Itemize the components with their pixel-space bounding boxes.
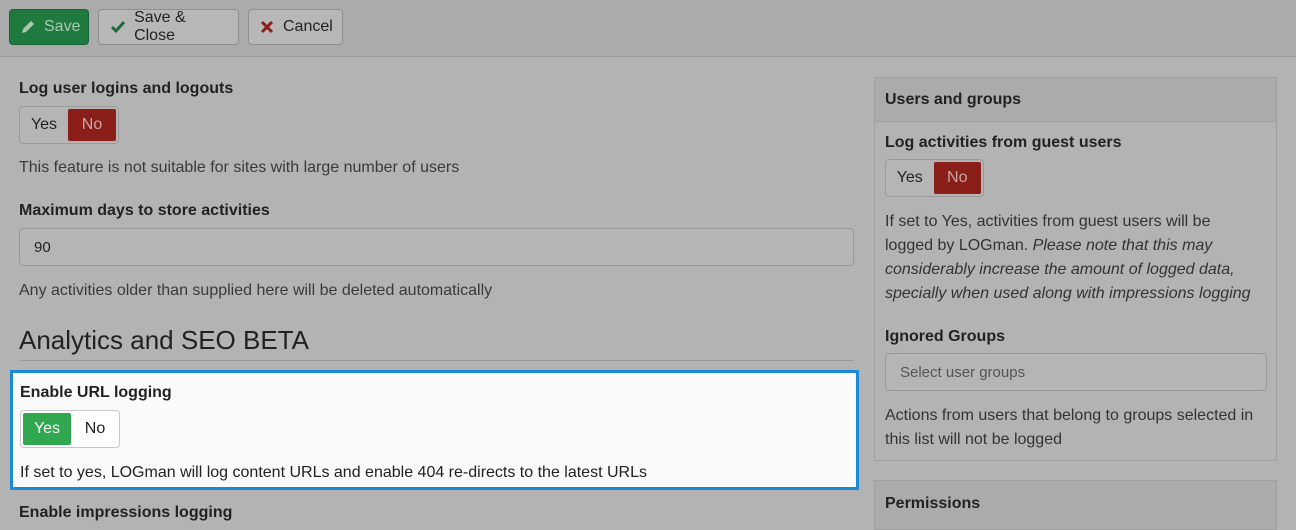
cancel-button-label: Cancel <box>283 18 333 35</box>
guest-help-line-4: specially when used along with impressio… <box>885 285 1251 302</box>
permissions-title: Permissions <box>875 481 1276 527</box>
guest-users-toggle: Yes No <box>885 159 984 197</box>
url-logging-no-option[interactable]: No <box>71 411 119 447</box>
guest-help-line-2-plain: logged by LOGman. <box>885 237 1033 254</box>
max-days-help: Any activities older than supplied here … <box>19 282 493 299</box>
toolbar: Save Save & Close Cancel <box>0 0 1296 57</box>
guest-users-label: Log activities from guest users <box>885 134 1122 151</box>
url-logging-toggle: Yes No <box>20 410 120 448</box>
checkmark-icon <box>109 18 126 36</box>
ignored-help-line-1: Actions from users that belong to groups… <box>885 407 1254 424</box>
users-groups-panel: Users and groups Log activities from gue… <box>874 77 1277 461</box>
url-logging-yes-option[interactable]: Yes <box>23 413 71 445</box>
ignored-groups-help: Actions from users that belong to groups… <box>885 404 1270 452</box>
url-logging-section: Enable URL logging Yes No If set to yes,… <box>10 370 859 490</box>
save-and-close-button[interactable]: Save & Close <box>98 9 239 45</box>
max-days-input[interactable]: 90 <box>19 228 854 266</box>
ignored-groups-label: Ignored Groups <box>885 328 1005 345</box>
url-logging-label: Enable URL logging <box>20 384 172 401</box>
log-logins-no-option[interactable]: No <box>68 109 116 141</box>
permissions-panel: Permissions <box>874 480 1277 530</box>
close-icon <box>259 18 275 36</box>
guest-help-line-1: If set to Yes, activities from guest use… <box>885 213 1211 230</box>
log-logins-toggle: Yes No <box>19 106 119 144</box>
guest-users-help: If set to Yes, activities from guest use… <box>885 210 1270 306</box>
guest-users-yes-option[interactable]: Yes <box>886 160 934 196</box>
users-groups-title: Users and groups <box>875 78 1276 122</box>
ignored-help-line-2: this list will not be logged <box>885 431 1062 448</box>
pencil-icon <box>20 18 36 36</box>
max-days-label: Maximum days to store activities <box>19 202 270 219</box>
impressions-label: Enable impressions logging <box>19 504 233 521</box>
ignored-groups-select[interactable]: Select user groups <box>885 353 1267 391</box>
guest-help-line-2: logged by LOGman. Please note that this … <box>885 234 1270 258</box>
save-and-close-label: Save & Close <box>134 9 186 44</box>
guest-help-line-2-italic: Please note that this may <box>1032 237 1213 254</box>
divider <box>19 360 854 361</box>
save-button-label: Save <box>44 18 81 35</box>
cancel-button[interactable]: Cancel <box>248 9 343 45</box>
url-logging-help: If set to yes, LOGman will log content U… <box>20 464 647 481</box>
guest-users-no-option[interactable]: No <box>933 162 981 194</box>
save-button[interactable]: Save <box>9 9 89 45</box>
log-logins-help: This feature is not suitable for sites w… <box>19 159 460 176</box>
analytics-heading: Analytics and SEO BETA <box>19 325 309 355</box>
guest-help-line-3: considerably increase the amount of logg… <box>885 261 1235 278</box>
log-logins-yes-option[interactable]: Yes <box>20 107 68 143</box>
log-logins-label: Log user logins and logouts <box>19 80 234 97</box>
